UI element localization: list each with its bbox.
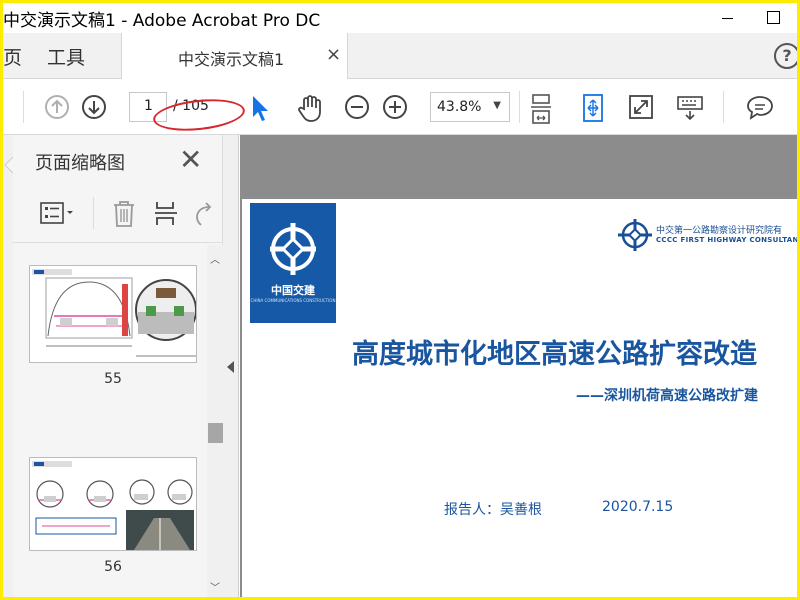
tab-bar: 页 工具 中交演示文稿1 × ? — [3, 33, 797, 80]
toolbar-separator — [23, 91, 24, 123]
collapse-panel-icon[interactable] — [227, 361, 234, 373]
close-tab-icon[interactable]: × — [326, 44, 341, 65]
panel-pointer-icon — [4, 156, 13, 174]
scroll-mode-icon[interactable] — [579, 93, 607, 123]
window-controls — [705, 3, 797, 33]
cccc-logo: 中国交建 CHINA COMMUNICATIONS CONSTRUCTION — [250, 203, 336, 323]
comment-icon[interactable] — [745, 93, 775, 121]
logo-text: 中国交建 — [271, 284, 315, 297]
thumbnail-scrollbar[interactable]: ︿ ﹀ — [207, 245, 224, 597]
page-thumbnail-55[interactable] — [29, 265, 197, 363]
window-title: 中交演示文稿1 - Adobe Acrobat Pro DC — [3, 11, 321, 31]
menu-home[interactable]: 页 — [3, 43, 22, 70]
help-icon[interactable]: ? — [774, 43, 797, 69]
panel-splitter[interactable] — [223, 135, 239, 597]
panel-title: 页面缩略图 — [35, 153, 125, 174]
page-thumbnail-56[interactable] — [29, 457, 197, 551]
page-thumbnails-panel: 页面缩略图 ✕ 55 56 ︿ ﹀ — [13, 135, 224, 597]
document-tab-name: 中交演示文稿1 — [178, 50, 285, 69]
toolbar: 1 / 105 43.8% ▼ — [3, 79, 797, 135]
document-view[interactable]: 中国交建 CHINA COMMUNICATIONS CONSTRUCTION 中… — [240, 135, 797, 597]
panel-separator — [93, 197, 94, 229]
rotate-page-icon[interactable] — [193, 201, 213, 227]
maximize-button[interactable] — [751, 3, 797, 33]
zoom-out-icon[interactable] — [343, 93, 371, 121]
full-screen-icon[interactable] — [627, 93, 655, 121]
menu-tools[interactable]: 工具 — [47, 43, 85, 70]
reporter-name: 报告人：吴善根 — [444, 502, 542, 518]
thumbnail-label-56: 56 — [104, 559, 122, 575]
scroll-up-icon[interactable]: ︿ — [210, 251, 220, 266]
toolbar-separator — [519, 91, 520, 123]
logo-subtext: CHINA COMMUNICATIONS CONSTRUCTION — [250, 298, 336, 303]
left-nav-strip — [3, 135, 13, 597]
title-bar: 中交演示文稿1 - Adobe Acrobat Pro DC — [3, 3, 797, 33]
thumbnail-list: 55 56 — [13, 245, 223, 597]
next-page-icon[interactable] — [80, 93, 108, 121]
cccc-emblem-icon — [270, 223, 316, 275]
thumbnail-options-icon[interactable] — [39, 201, 77, 225]
presentation-date: 2020.7.15 — [602, 499, 674, 515]
close-panel-icon[interactable]: ✕ — [179, 143, 202, 176]
company-name-en: CCCC FIRST HIGHWAY CONSULTANTS C — [656, 236, 797, 244]
extract-page-icon[interactable] — [153, 199, 179, 229]
hand-tool-icon[interactable] — [295, 93, 325, 123]
zoom-in-icon[interactable] — [381, 93, 409, 121]
toolbar-separator — [723, 91, 724, 123]
scroll-down-icon[interactable]: ﹀ — [210, 579, 220, 594]
trash-icon[interactable] — [111, 199, 137, 229]
thumbnail-label-55: 55 — [104, 371, 122, 387]
scrollbar-thumb[interactable] — [208, 423, 224, 443]
acrobat-window: 中交演示文稿1 - Adobe Acrobat Pro DC 页 工具 中交演示… — [3, 3, 797, 597]
previous-page-icon[interactable] — [43, 93, 71, 121]
fit-page-icon[interactable] — [529, 93, 555, 127]
pdf-page: 中国交建 CHINA COMMUNICATIONS CONSTRUCTION 中… — [242, 199, 797, 597]
company-emblem-icon — [618, 219, 652, 251]
select-pointer-icon[interactable] — [249, 93, 273, 123]
zoom-level-select[interactable]: 43.8% ▼ — [430, 92, 510, 122]
keyboard-icon[interactable] — [675, 93, 705, 123]
minimize-button[interactable] — [705, 3, 751, 33]
page-thumbnail-image — [32, 269, 196, 357]
page-thumbnail-image — [32, 461, 194, 550]
presentation-subtitle: ——深圳机荷高速公路改扩建 — [576, 388, 758, 404]
document-tab[interactable]: 中交演示文稿1 × — [122, 33, 348, 80]
zoom-level-value: 43.8% — [437, 99, 482, 115]
chevron-down-icon: ▼ — [493, 100, 501, 111]
thumbnail-toolbar — [13, 187, 223, 243]
company-name-cn: 中交第一公路勘察设计研究院有 — [656, 226, 783, 236]
presentation-title: 高度城市化地区高速公路扩容改造 — [352, 339, 757, 370]
